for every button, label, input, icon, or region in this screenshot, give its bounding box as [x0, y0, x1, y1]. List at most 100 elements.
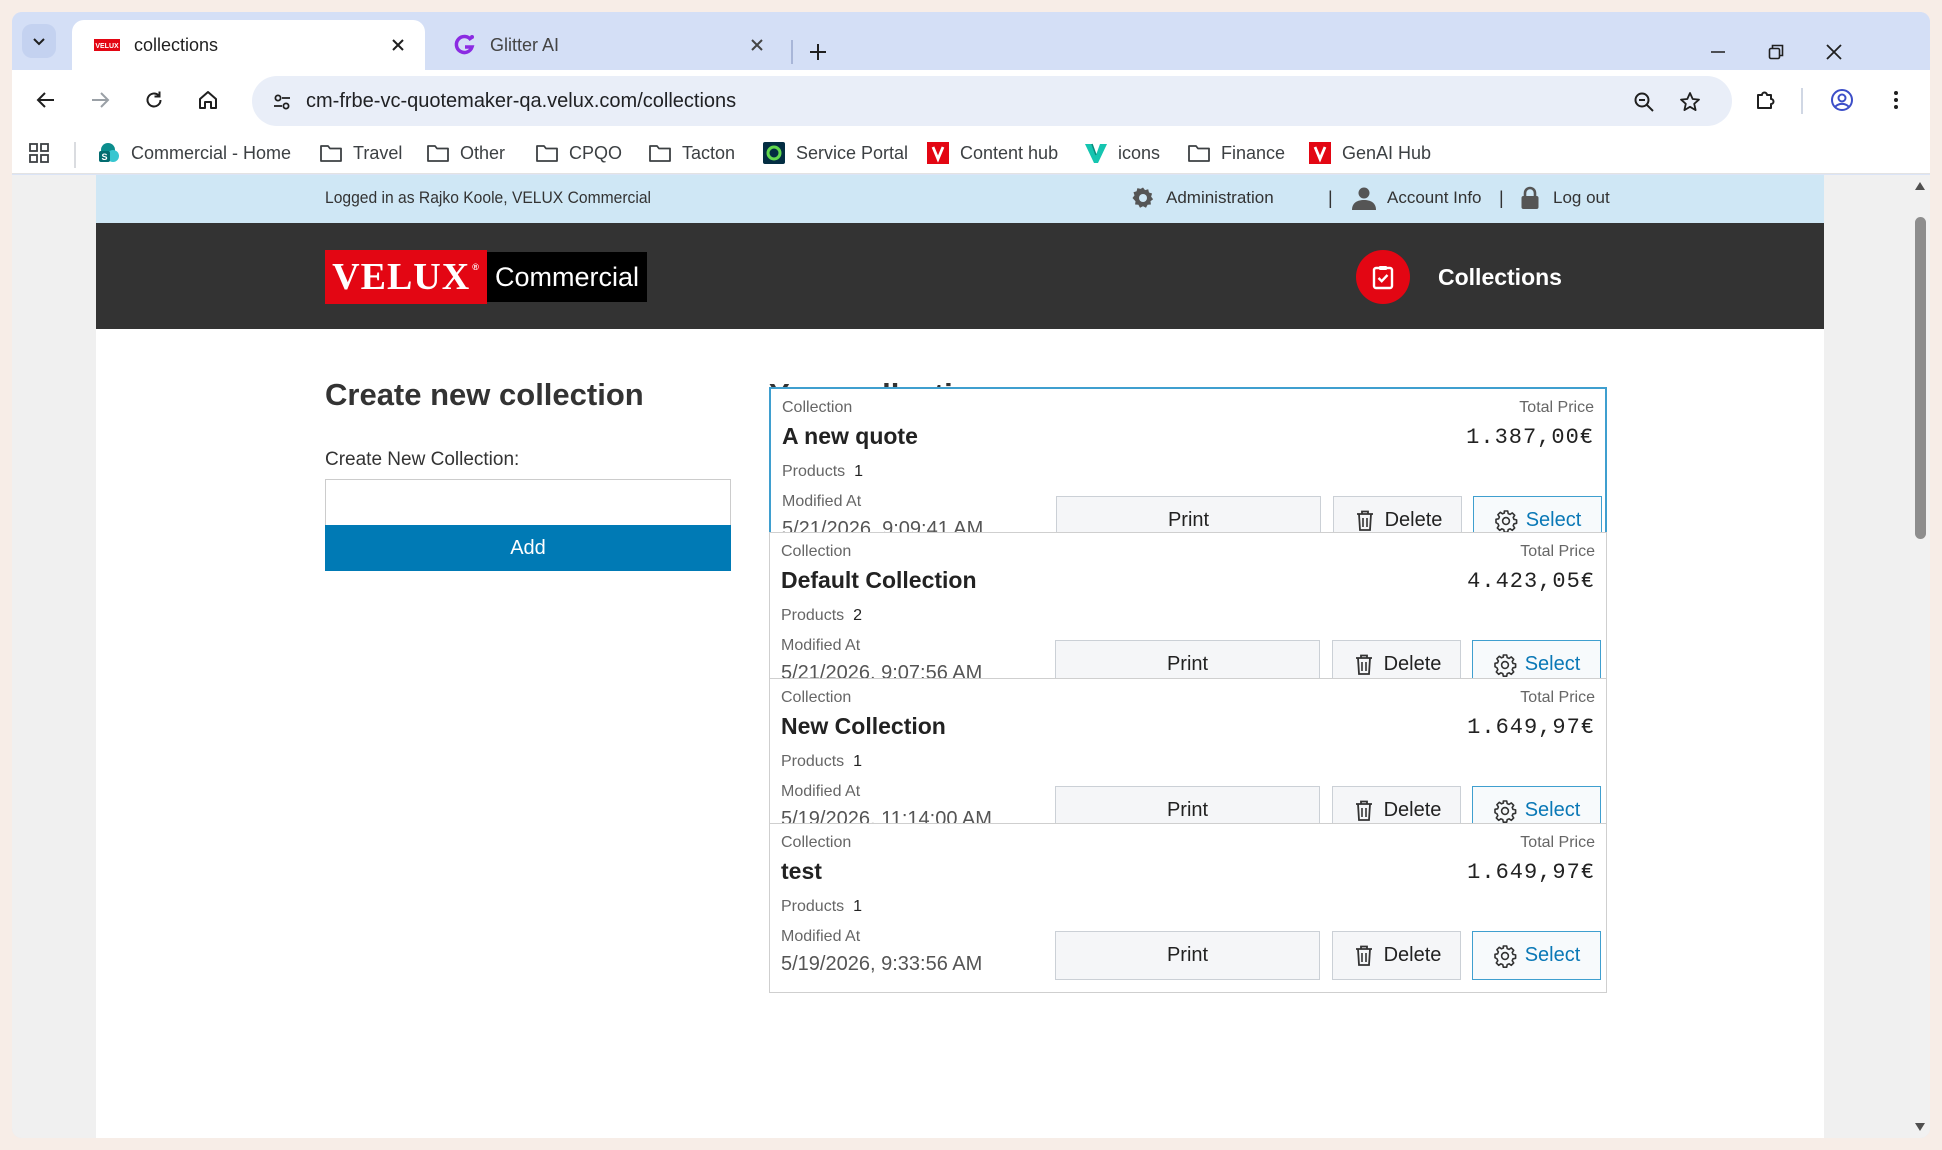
- collection-total-price: 1.649,97€: [1467, 715, 1595, 740]
- collection-label: Collection: [781, 689, 852, 706]
- restore-button[interactable]: [1758, 34, 1794, 70]
- total-price-label: Total Price: [1520, 834, 1595, 851]
- log-out-link[interactable]: Log out: [1517, 185, 1610, 211]
- gear-icon: [1493, 799, 1517, 823]
- bookmark-travel[interactable]: Travel: [318, 138, 402, 168]
- tab-collections[interactable]: VELUX collections: [72, 20, 425, 70]
- bookmark-label: Service Portal: [796, 142, 909, 163]
- bookmark-other[interactable]: Other: [425, 138, 505, 168]
- close-icon: [1826, 44, 1842, 60]
- toolbar-divider: [1801, 88, 1803, 114]
- gear-icon: [1493, 653, 1517, 677]
- products-count: Products 2: [781, 607, 863, 624]
- zoom-icon[interactable]: [1626, 84, 1662, 120]
- collection-label: Collection: [781, 834, 852, 851]
- plus-icon: [810, 44, 826, 60]
- menu-button[interactable]: [1878, 82, 1914, 118]
- close-tab-icon[interactable]: [744, 32, 770, 58]
- collection-name-input[interactable]: [325, 479, 731, 526]
- extensions-button[interactable]: [1747, 82, 1783, 118]
- puzzle-icon: [1757, 91, 1775, 109]
- scrollbar-thumb[interactable]: [1915, 217, 1926, 539]
- reload-button[interactable]: [136, 82, 172, 118]
- delete-button[interactable]: Delete: [1332, 931, 1461, 980]
- gear-icon: [1494, 509, 1518, 533]
- log-out-label: Log out: [1553, 188, 1610, 207]
- collection-label: Collection: [781, 543, 852, 560]
- bookmark-finance[interactable]: Finance: [1186, 138, 1285, 168]
- administration-link[interactable]: Administration: [1130, 185, 1274, 211]
- url-text[interactable]: cm-frbe-vc-quotemaker-qa.velux.com/colle…: [306, 90, 736, 113]
- kebab-menu-icon: [1894, 91, 1898, 109]
- tab-search-button[interactable]: [22, 24, 56, 58]
- velux-favicon: VELUX: [94, 39, 120, 51]
- profile-button[interactable]: [1824, 82, 1860, 118]
- create-collection-label: Create New Collection:: [325, 449, 520, 470]
- total-price-label: Total Price: [1520, 689, 1595, 706]
- collection-card[interactable]: Collection Total Price Default Collectio…: [769, 532, 1607, 702]
- account-info-label: Account Info: [1387, 188, 1482, 207]
- scroll-down-arrow-icon[interactable]: [1914, 1122, 1926, 1132]
- velux-commercial-logo[interactable]: VELUX ® Commercial: [325, 250, 649, 304]
- bookmark-content-hub[interactable]: Content hub: [925, 138, 1058, 168]
- print-button[interactable]: Print: [1055, 931, 1320, 980]
- new-tab-button[interactable]: [802, 36, 834, 68]
- collection-name: Default Collection: [781, 567, 977, 593]
- tab-glitter-ai[interactable]: Glitter AI: [433, 20, 784, 70]
- gear-icon: [1493, 944, 1517, 968]
- user-icon: [1351, 185, 1377, 211]
- forward-button[interactable]: [82, 82, 118, 118]
- administration-label: Administration: [1166, 188, 1274, 207]
- trash-icon: [1352, 944, 1376, 968]
- home-icon: [199, 91, 217, 109]
- velux-logo-mark: VELUX ®: [325, 250, 487, 304]
- modified-at-label: Modified At: [782, 493, 862, 510]
- bookmarks-bar: S Commercial - Home Travel Other CPQO Ta…: [12, 130, 1930, 174]
- collections-nav-link[interactable]: Collections: [1356, 250, 1562, 304]
- bookmark-label: Content hub: [960, 142, 1059, 163]
- home-button[interactable]: [190, 82, 226, 118]
- velux-v-icon: [925, 141, 951, 165]
- bookmark-icons[interactable]: icons: [1083, 138, 1160, 168]
- vertical-scrollbar[interactable]: [1910, 175, 1930, 1138]
- bookmark-tacton[interactable]: Tacton: [647, 138, 735, 168]
- trash-icon: [1352, 799, 1376, 823]
- site-info-icon[interactable]: [264, 84, 300, 120]
- icons-v-icon: [1083, 141, 1109, 165]
- folder-icon: [647, 141, 673, 165]
- collection-total-price: 1.649,97€: [1467, 860, 1595, 885]
- products-count: Products 1: [781, 753, 863, 770]
- bookmark-service-portal[interactable]: Service Portal: [761, 138, 908, 168]
- total-price-label: Total Price: [1519, 399, 1594, 416]
- collection-name: New Collection: [781, 713, 946, 739]
- scroll-up-arrow-icon[interactable]: [1914, 181, 1926, 191]
- logged-in-text: Logged in as Rajko Koole, VELUX Commerci…: [325, 188, 651, 207]
- arrow-right-icon: [92, 92, 110, 108]
- avatar-icon: [1831, 89, 1853, 111]
- tab-strip: VELUX collections Glitter AI: [12, 12, 1930, 70]
- bookmark-commercial-home[interactable]: S Commercial - Home: [96, 138, 291, 168]
- collection-card[interactable]: Collection Total Price test 1.649,97€ Pr…: [769, 823, 1607, 993]
- svg-text:VELUX: VELUX: [95, 43, 119, 50]
- back-button[interactable]: [28, 82, 64, 118]
- arrow-left-icon: [36, 92, 54, 108]
- browser-window: VELUX collections Glitter AI cm-frbe-vc-…: [12, 12, 1930, 1138]
- address-bar[interactable]: cm-frbe-vc-quotemaker-qa.velux.com/colle…: [252, 76, 1732, 126]
- bookmark-label: Other: [460, 142, 506, 163]
- add-collection-button[interactable]: Add: [325, 525, 731, 571]
- trash-icon: [1352, 653, 1376, 677]
- bookmark-star-icon[interactable]: [1672, 84, 1708, 120]
- account-info-link[interactable]: Account Info: [1351, 185, 1482, 211]
- reload-icon: [146, 91, 162, 108]
- bookmark-genai-hub[interactable]: GenAI Hub: [1307, 138, 1431, 168]
- modified-at-value: 5/19/2026, 9:33:56 AM: [781, 953, 983, 975]
- close-tab-icon[interactable]: [385, 32, 411, 58]
- tab-title: Glitter AI: [490, 34, 560, 55]
- apps-button[interactable]: [28, 138, 50, 168]
- bookmark-cpqo[interactable]: CPQO: [534, 138, 622, 168]
- minimize-button[interactable]: [1700, 34, 1736, 70]
- select-button[interactable]: Select: [1472, 931, 1601, 980]
- clipboard-check-icon: [1356, 250, 1410, 304]
- bookmark-label: GenAI Hub: [1342, 142, 1432, 163]
- close-window-button[interactable]: [1816, 34, 1852, 70]
